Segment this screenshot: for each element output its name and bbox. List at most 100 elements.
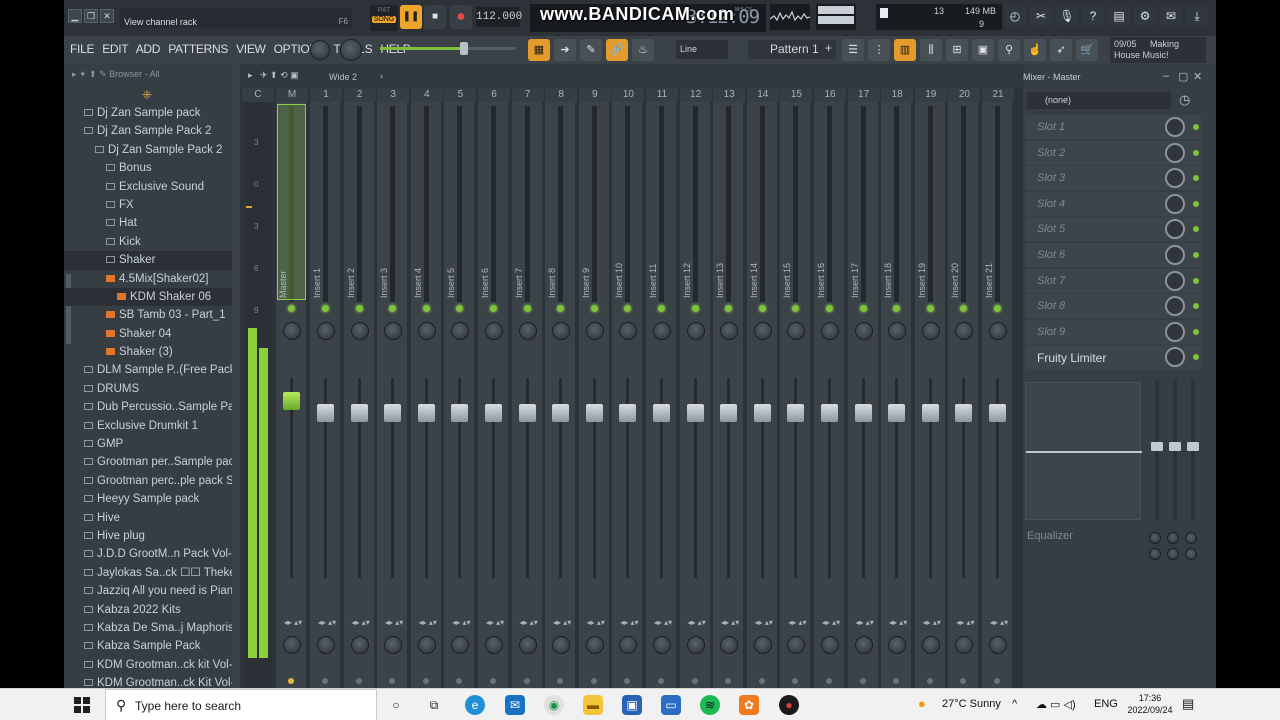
- insert-stereo-knob[interactable]: [518, 636, 537, 654]
- edge-icon[interactable]: e: [465, 695, 485, 715]
- effect-slot[interactable]: Slot 5: [1025, 217, 1201, 242]
- insert-arm-icon[interactable]: [389, 678, 396, 684]
- insert-fader[interactable]: [350, 404, 368, 422]
- insert-fader[interactable]: [485, 404, 502, 422]
- plugin-db-icon[interactable]: ▣: [972, 39, 994, 61]
- insert-stereo-knob[interactable]: [686, 636, 705, 654]
- insert-stereo-knob[interactable]: [585, 636, 604, 654]
- insert-routing-arrows[interactable]: ◂▸ ▴▾: [852, 618, 878, 628]
- mixer-tools-icon[interactable]: ✈ ⬆ ⟲ ▣: [260, 70, 299, 81]
- insert-enable-led[interactable]: [389, 305, 397, 312]
- slot-mix-knob[interactable]: [1165, 270, 1185, 291]
- master-strip[interactable]: Master ◂▸ ▴▾: [276, 102, 307, 688]
- insert-stereo-knob[interactable]: [955, 636, 974, 654]
- insert-pan-knob[interactable]: [821, 322, 839, 340]
- file-explorer-icon[interactable]: ▬: [583, 695, 603, 715]
- insert-enable-led[interactable]: [557, 305, 565, 312]
- panel-maximize-icon[interactable]: ▢: [1178, 70, 1188, 83]
- spotify-icon[interactable]: ≋: [700, 695, 720, 715]
- pause-button[interactable]: ❚❚: [400, 5, 422, 29]
- browser-item[interactable]: DRUMS: [64, 380, 232, 398]
- slot-enable-led[interactable]: [1193, 200, 1199, 207]
- insert-fader[interactable]: [955, 404, 973, 422]
- insert-arm-icon[interactable]: [859, 678, 866, 684]
- eq-mid-handle[interactable]: [1169, 442, 1181, 451]
- task-view-icon[interactable]: ⧉: [424, 695, 444, 715]
- mixer-layout[interactable]: Wide 2: [329, 72, 357, 82]
- browser-item[interactable]: KDM Shaker 06: [64, 287, 232, 307]
- insert-routing-arrows[interactable]: ◂▸ ▴▾: [885, 618, 911, 628]
- weather-icon[interactable]: ●: [918, 696, 926, 711]
- screen-icon[interactable]: ▭: [661, 695, 681, 715]
- insert-fader[interactable]: [384, 404, 402, 422]
- insert-enable-led[interactable]: [322, 305, 329, 312]
- panel-history-icon[interactable]: ◷: [1179, 92, 1190, 108]
- insert-pan-knob[interactable]: [384, 322, 403, 340]
- pattern-selector[interactable]: Pattern 1 +: [748, 40, 836, 59]
- browser-item[interactable]: Jazziq All you need is Piano: [64, 582, 232, 600]
- slot-mix-knob[interactable]: [1165, 219, 1185, 240]
- insert-routing-arrows[interactable]: ◂▸ ▴▾: [952, 618, 978, 628]
- wait-icon[interactable]: ✂: [1030, 5, 1052, 27]
- close-button[interactable]: ✕: [100, 9, 114, 23]
- master-pan-knob[interactable]: [283, 322, 301, 340]
- insert-arm-icon[interactable]: [456, 678, 463, 684]
- news-panel[interactable]: 09/05 Making House Music!: [1110, 37, 1206, 63]
- insert-strip[interactable]: Insert 9 ◂▸ ▴▾: [578, 102, 610, 688]
- tray-chevron-icon[interactable]: ^: [1012, 698, 1017, 710]
- insert-pan-knob[interactable]: [854, 322, 873, 340]
- insert-strip[interactable]: Insert 14 ◂▸ ▴▾: [746, 102, 778, 688]
- insert-arm-icon[interactable]: [691, 678, 698, 684]
- eq-freq-knob[interactable]: [1167, 532, 1179, 544]
- browser-item[interactable]: Hive plug: [64, 527, 232, 545]
- browser-item[interactable]: SB Tamb 03 - Part_1: [64, 306, 232, 324]
- save-icon[interactable]: ▤: [1108, 5, 1130, 27]
- insert-fader[interactable]: [518, 404, 536, 422]
- metronome-icon[interactable]: ◴: [1004, 5, 1026, 27]
- step-seq-icon[interactable]: ⋮: [868, 39, 890, 61]
- effect-slot[interactable]: Slot 2: [1025, 140, 1201, 165]
- insert-pan-knob[interactable]: [485, 322, 503, 340]
- browser-item[interactable]: Dj Zan Sample Pack 2: [64, 141, 232, 159]
- insert-strip[interactable]: Insert 11 ◂▸ ▴▾: [646, 102, 677, 688]
- insert-routing-arrows[interactable]: ◂▸ ▴▾: [751, 618, 777, 628]
- insert-enable-led[interactable]: [691, 305, 699, 312]
- slot-mix-knob[interactable]: [1165, 245, 1185, 265]
- effect-slot[interactable]: Slot 7: [1025, 268, 1201, 293]
- insert-fader[interactable]: [417, 404, 435, 422]
- browser-item[interactable]: Hat: [64, 214, 232, 232]
- insert-routing-arrows[interactable]: ◂▸ ▴▾: [482, 618, 508, 628]
- browser-item[interactable]: Dj Zan Sample pack: [64, 104, 232, 122]
- piano-roll-icon[interactable]: ▦: [528, 39, 550, 61]
- master-enable-led[interactable]: [288, 305, 295, 312]
- menu-view[interactable]: VIEW: [236, 42, 266, 56]
- insert-routing-arrows[interactable]: ◂▸ ▴▾: [684, 618, 710, 628]
- panel-minimize-icon[interactable]: –: [1163, 70, 1169, 82]
- browser-item[interactable]: Dub Percussio..Sample Pack: [64, 398, 232, 416]
- insert-arm-icon[interactable]: [355, 678, 362, 684]
- insert-fader[interactable]: [552, 404, 570, 422]
- insert-fader[interactable]: [653, 404, 670, 422]
- insert-enable-led[interactable]: [456, 305, 464, 312]
- insert-stereo-knob[interactable]: [552, 636, 571, 654]
- insert-routing-arrows[interactable]: ◂▸ ▴▾: [516, 618, 542, 628]
- browser-item[interactable]: Dj Zan Sample Pack 2: [64, 122, 232, 140]
- insert-strip[interactable]: Insert 2 ◂▸ ▴▾: [343, 102, 375, 688]
- insert-strip[interactable]: Insert 17 ◂▸ ▴▾: [847, 102, 879, 688]
- browser-item[interactable]: Shaker: [64, 251, 232, 270]
- insert-strip[interactable]: Insert 3 ◂▸ ▴▾: [377, 102, 409, 688]
- export-icon[interactable]: ➶: [1050, 39, 1072, 61]
- link-icon[interactable]: 🔗: [606, 39, 628, 61]
- insert-routing-arrows[interactable]: ◂▸ ▴▾: [415, 618, 441, 628]
- insert-enable-led[interactable]: [422, 305, 430, 312]
- arrow-icon[interactable]: ➜: [554, 39, 576, 61]
- tempo-display[interactable]: 112.000: [476, 7, 522, 27]
- insert-pan-knob[interactable]: [518, 322, 537, 340]
- browser-item[interactable]: KDM Grootman..ck kit Vol-1: [64, 656, 232, 674]
- insert-arm-icon[interactable]: [422, 678, 429, 684]
- insert-strip[interactable]: Insert 12 ◂▸ ▴▾: [679, 102, 711, 688]
- insert-routing-arrows[interactable]: ◂▸ ▴▾: [616, 618, 642, 628]
- insert-enable-led[interactable]: [624, 305, 632, 312]
- microphone-icon[interactable]: 🎙: [1056, 5, 1078, 27]
- panel-close-icon[interactable]: ✕: [1193, 70, 1202, 83]
